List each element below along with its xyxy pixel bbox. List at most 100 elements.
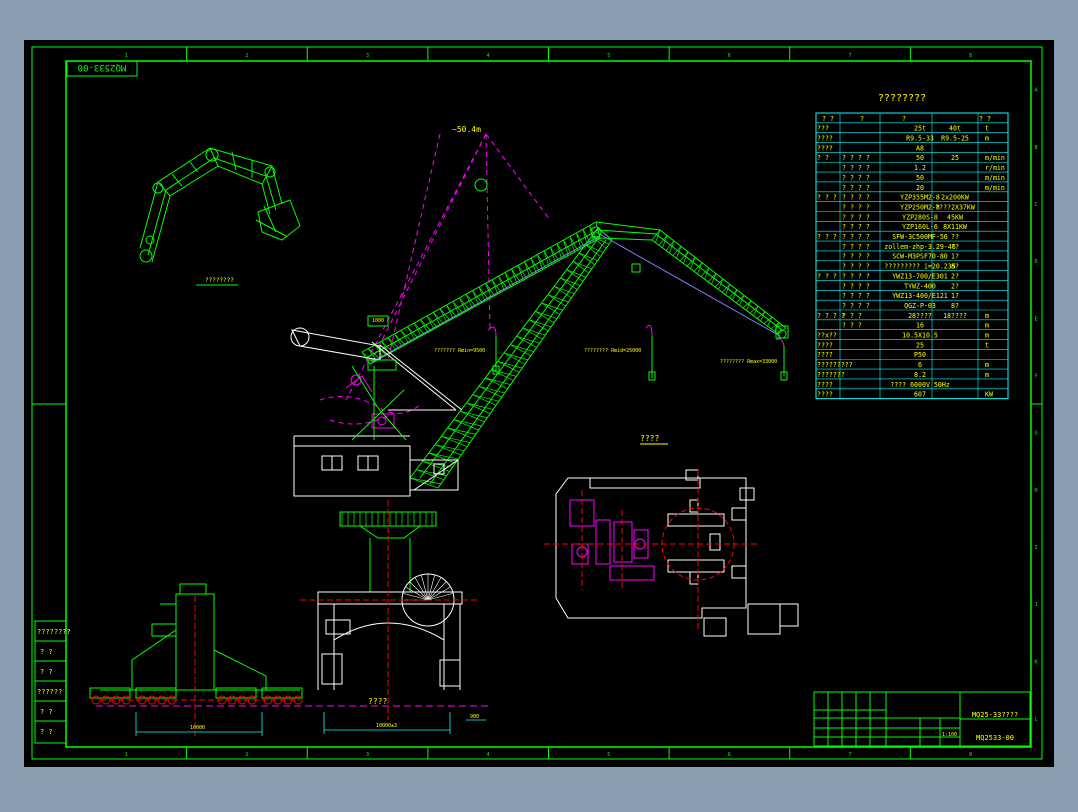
spec-cell: 8.2 <box>914 371 926 379</box>
spec-cell: ? ? <box>822 115 834 123</box>
spec-cell: ???? <box>817 351 833 359</box>
spec-cell: ? <box>902 115 906 123</box>
spec-cell: R9.5-25 <box>941 135 969 143</box>
zone-mark-side: F <box>1034 373 1037 379</box>
spec-cell: m <box>985 135 989 143</box>
spec-cell: ???? <box>817 391 833 399</box>
zone-mark-top: 5 <box>607 752 610 758</box>
stamp-text-3: ?????? <box>37 688 62 696</box>
spec-cell: ? ? ? ? <box>842 194 870 202</box>
spec-cell: ? ? ? ? <box>842 292 870 300</box>
spec-cell: m/min <box>985 154 1005 162</box>
spec-cell: QGZ-P-03 <box>904 302 936 310</box>
spec-cell: 25t <box>914 125 926 133</box>
spec-cell: t <box>985 341 989 349</box>
zone-mark-top: 3 <box>366 53 369 59</box>
spec-cell: ? ? ? <box>817 272 837 280</box>
spec-cell: 10.5X10.5 <box>902 332 938 340</box>
stamp-text-2: ? ? <box>40 668 53 676</box>
rmid-label: ???????? Rmid=25000 <box>584 348 641 354</box>
spec-cell: ? ? ? <box>842 322 862 330</box>
spec-cell: m/min <box>985 174 1005 182</box>
base-dim: 10000±3 <box>376 723 397 729</box>
spec-cell: YZP160L-6 <box>902 223 938 231</box>
plan-label: ???? <box>640 434 659 443</box>
spec-cell: ????????? i=20.235 <box>884 263 955 271</box>
cad-drawing-canvas[interactable]: 1 1 2 2 3 3 4 4 5 5 6 6 7 7 8 8 A B C D E F G H I J K L MQ2533-00 ?… <box>0 0 1078 808</box>
spec-cell: ? ? ? ? <box>842 184 870 192</box>
zone-mark-side: K <box>1034 659 1037 665</box>
spec-cell: m/min <box>985 184 1005 192</box>
spec-cell: 6 <box>918 361 922 369</box>
spec-cell: 2? <box>951 272 959 280</box>
zone-mark-top: 4 <box>487 752 490 758</box>
spec-cell: ???? <box>817 341 833 349</box>
spec-cell: 50 <box>916 174 924 182</box>
spec-cell: 1.2 <box>914 164 926 172</box>
rmax-label: ???????? Rmax=33000 <box>720 359 777 365</box>
spec-cell: ? ? ? ? <box>817 312 845 320</box>
spec-cell: ? ? ? <box>817 194 837 202</box>
spec-cell: ???? 6000V 50Hz <box>890 381 950 389</box>
spec-cell: m <box>985 332 989 340</box>
spec-cell: 40t <box>949 125 961 133</box>
zone-mark-top: 8 <box>969 53 972 59</box>
spec-cell: 1? <box>951 253 959 261</box>
title-block-scale: 1:100 <box>942 732 957 738</box>
bucket-label: ???????? <box>205 277 234 284</box>
spec-cell: 16 <box>916 322 924 330</box>
spec-cell: ? ? ? ? <box>842 203 870 211</box>
spec-cell: 8? <box>951 302 959 310</box>
spec-cell: 607 <box>914 391 926 399</box>
ground-label: ???? <box>368 697 387 706</box>
zone-mark-side: J <box>1034 602 1037 608</box>
spec-cell: 18???? <box>943 312 967 320</box>
zone-mark-top: 6 <box>728 752 731 758</box>
spec-cell: 50 <box>916 154 924 162</box>
rotated-drawing-number: MQ2533-00 <box>78 62 127 72</box>
table-title: ???????? <box>878 93 926 104</box>
spec-cell: ? ? ? ? <box>842 154 870 162</box>
spec-cell: ?? <box>951 233 959 241</box>
zone-mark-side: H <box>1034 488 1037 494</box>
spec-cell: ??x?? <box>817 332 837 340</box>
spec-cell: ? ? <box>979 115 991 123</box>
gauge-dim: 10000 <box>190 725 205 731</box>
rmin-label: ??????? Rmin=9500 <box>434 348 485 354</box>
spec-cell: ??????? <box>817 371 845 379</box>
spec-cell: YZP250M2-8 <box>900 203 940 211</box>
outreach-dim: ~50.4m <box>452 125 481 134</box>
spec-cell: t <box>985 125 989 133</box>
spec-cell: 25 <box>951 154 959 162</box>
spec-cell: ? <box>860 115 864 123</box>
stamp-text-1: ? ? <box>40 648 53 656</box>
spec-cell: ???? <box>817 135 833 143</box>
spec-cell: SFW-3C500MF-56 <box>892 233 948 241</box>
zone-mark-top: 8 <box>969 752 972 758</box>
spec-cell: ? ? ? ? <box>842 282 870 290</box>
spec-cell: 20 <box>916 184 924 192</box>
spec-cell: YZP280S-8 <box>902 213 938 221</box>
zone-mark-top: 5 <box>607 53 610 59</box>
cad-viewer: 1 1 2 2 3 3 4 4 5 5 6 6 7 7 8 8 A B C D E F G H I J K L MQ2533-00 ?… <box>0 0 1078 808</box>
stamp-text-4: ? ? <box>40 708 53 716</box>
stamp-text-5: ? ? <box>40 728 53 736</box>
spec-cell: SCW-M3PSF70-80 <box>892 253 948 261</box>
zone-mark-side: L <box>1034 716 1037 722</box>
spec-cell: ? ? ? ? <box>842 243 870 251</box>
spec-cell: ? ? ? ? <box>842 174 870 182</box>
zone-mark-side: I <box>1034 545 1037 551</box>
zone-mark-top: 6 <box>728 53 731 59</box>
offset-dim: 900 <box>470 714 479 720</box>
spec-cell: ? ? ? ? <box>842 253 870 261</box>
zone-mark-top: 4 <box>487 53 490 59</box>
spec-cell: 1? <box>951 292 959 300</box>
spec-cell: YWZ13-700/E301 <box>892 272 948 280</box>
zone-mark-top: 7 <box>849 53 852 59</box>
zone-mark-side: B <box>1034 145 1037 151</box>
stamp-text-0: ???????? <box>37 628 71 636</box>
spec-cell: ? ? <box>817 154 829 162</box>
spec-cell: ? ? ? ? <box>842 272 870 280</box>
zone-mark-side: G <box>1034 431 1037 437</box>
zone-mark-top: 2 <box>245 53 248 59</box>
